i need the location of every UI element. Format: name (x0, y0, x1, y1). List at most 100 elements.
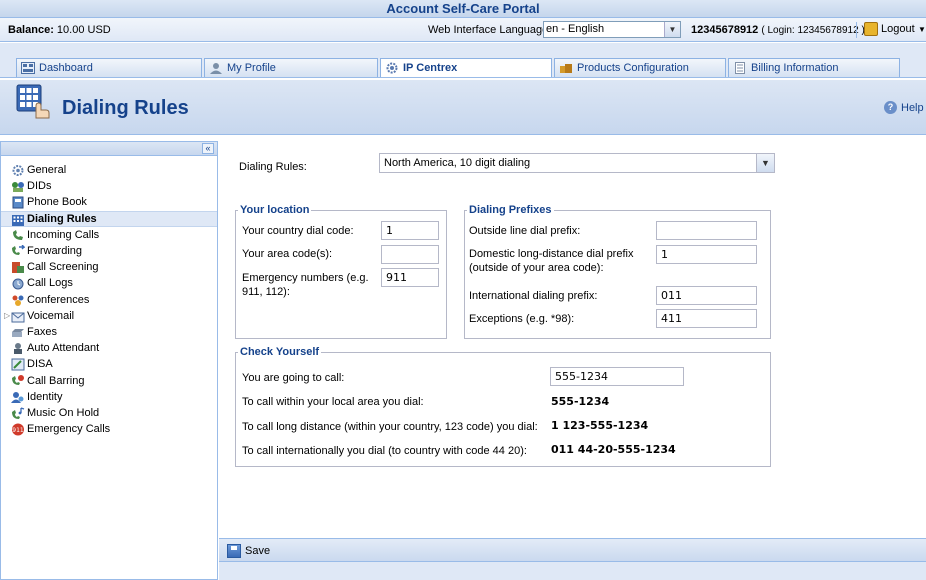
sidebar-item-label: Forwarding (27, 245, 83, 258)
sidebar-item-label: Music On Hold (27, 406, 100, 419)
sidebar-item-label: Emergency Calls (27, 423, 111, 436)
gear-icon (12, 165, 24, 176)
tab-label: Billing Information (751, 61, 839, 74)
tab-label: Dashboard (39, 61, 93, 74)
logout-label: Logout (881, 23, 915, 35)
outside-prefix-label: Outside line dial prefix: (469, 225, 581, 237)
phonebook-icon (12, 196, 24, 209)
login-text: ( Login: 12345678912 ) (761, 25, 865, 36)
tab-bar: Dashboard My Profile IP Centrex Products… (0, 43, 926, 78)
dids-icon (12, 182, 24, 193)
emergency-numbers-label: Emergency numbers (e.g. (242, 272, 369, 284)
tab-products-configuration[interactable]: Products Configuration (554, 58, 726, 77)
sidebar-item-call-barring[interactable]: Call Barring (1, 372, 217, 388)
sidebar-item-dialing-rules[interactable]: Dialing Rules (1, 210, 217, 227)
local-dial-label: To call within your local area you dial: (242, 396, 424, 408)
language-select[interactable]: en - English ▼ (543, 21, 681, 38)
emergency-icon: 911 (12, 423, 24, 436)
tab-billing-information[interactable]: Billing Information (728, 58, 900, 77)
sidebar-nav: General DIDs Phone Book Dialing Rules In… (1, 156, 217, 437)
account-info: 12345678912 ( Login: 12345678912 ) (691, 24, 865, 36)
area-code-input[interactable] (381, 245, 439, 264)
document-icon (735, 62, 745, 74)
svg-text:911: 911 (12, 427, 24, 434)
going-to-call-input[interactable]: 555-1234 (550, 367, 684, 386)
domestic-prefix-input[interactable]: 1 (656, 245, 757, 264)
chevron-down-icon[interactable]: ▼ (756, 154, 774, 172)
going-to-call-label: You are going to call: (242, 372, 345, 384)
expand-icon[interactable]: ▷ (4, 311, 10, 320)
sidebar-item-label: Conferences (27, 293, 90, 306)
exceptions-input[interactable]: 411 (656, 309, 757, 328)
dialing-prefixes-legend: Dialing Prefixes (469, 204, 552, 216)
sidebar-item-conferences[interactable]: Conferences (1, 292, 217, 308)
tab-ip-centrex[interactable]: IP Centrex (380, 58, 552, 77)
sidebar-header: « (1, 142, 217, 156)
sidebar-item-incoming-calls[interactable]: Incoming Calls (1, 227, 217, 243)
sidebar: « General DIDs Phone Book Dialing Rules … (0, 141, 218, 580)
emergency-numbers-label-cont: 911, 112): (242, 286, 290, 298)
sidebar-item-call-screening[interactable]: Call Screening (1, 259, 217, 275)
sidebar-item-phone-book[interactable]: Phone Book (1, 194, 217, 210)
sidebar-item-label: Call Barring (27, 374, 85, 387)
tab-label: Products Configuration (577, 61, 689, 74)
sidebar-item-call-logs[interactable]: Call Logs (1, 275, 217, 291)
outside-prefix-input[interactable] (656, 221, 757, 240)
identity-icon (11, 391, 24, 403)
tab-label: My Profile (227, 61, 276, 74)
collapse-sidebar-button[interactable]: « (202, 143, 214, 154)
sidebar-item-faxes[interactable]: Faxes (1, 324, 217, 340)
area-code-label: Your area code(s): (242, 248, 333, 260)
page-title: Dialing Rules (62, 97, 189, 119)
tab-my-profile[interactable]: My Profile (204, 58, 378, 77)
dialing-rules-label: Dialing Rules: (239, 161, 307, 173)
call-barring-icon (12, 375, 24, 386)
emergency-numbers-input[interactable]: 911 (381, 268, 439, 287)
tab-dashboard[interactable]: Dashboard (16, 58, 202, 77)
products-icon (560, 64, 572, 73)
sidebar-item-emergency-calls[interactable]: 911 Emergency Calls (1, 421, 217, 437)
status-bar: Balance: 10.00 USD Web Interface Languag… (0, 18, 926, 42)
call-screening-icon (12, 262, 24, 274)
fax-icon (12, 328, 24, 337)
sidebar-item-dids[interactable]: DIDs (1, 178, 217, 194)
domestic-prefix-label: Domestic long-distance dial prefix (469, 248, 634, 260)
sidebar-item-label: Auto Attendant (27, 342, 100, 355)
keypad-icon (16, 84, 50, 119)
sidebar-item-music-on-hold[interactable]: Music On Hold (1, 405, 217, 421)
long-distance-value: 1 123-555-1234 (551, 419, 649, 432)
sidebar-item-identity[interactable]: Identity (1, 389, 217, 405)
sidebar-item-voicemail[interactable]: ▷ Voicemail (1, 308, 217, 324)
call-logs-icon (12, 278, 24, 290)
save-button[interactable]: Save (223, 542, 274, 560)
sidebar-item-auto-attendant[interactable]: Auto Attendant (1, 340, 217, 356)
language-value: en - English (546, 23, 605, 35)
balance: Balance: 10.00 USD (8, 24, 111, 36)
status-strip (219, 562, 926, 580)
sidebar-item-general[interactable]: General (1, 162, 217, 178)
local-dial-value: 555-1234 (551, 395, 610, 408)
balance-value: 10.00 USD (56, 24, 111, 36)
international-dial-label: To call internationally you dial (to cou… (242, 445, 527, 457)
page-header: Dialing Rules ? Help (0, 80, 926, 135)
conferences-icon (12, 295, 24, 306)
dashboard-icon (21, 62, 35, 74)
sidebar-item-forwarding[interactable]: Forwarding (1, 243, 217, 259)
help-icon: ? (884, 101, 897, 114)
sidebar-item-label: Faxes (27, 325, 57, 338)
help-button[interactable]: ? Help (884, 101, 924, 114)
country-code-input[interactable]: 1 (381, 221, 439, 240)
help-label: Help (901, 101, 924, 114)
bottom-toolbar: Save (219, 538, 926, 562)
main-content: Dialing Rules: North America, 10 digit d… (219, 141, 926, 535)
logout-button[interactable]: Logout (864, 22, 915, 36)
sidebar-item-disa[interactable]: DISA (1, 356, 217, 372)
chevron-down-icon[interactable]: ▼ (918, 25, 926, 34)
your-location-legend: Your location (240, 204, 310, 216)
sidebar-item-label: Phone Book (27, 196, 87, 209)
domestic-prefix-label-cont: (outside of your area code): (469, 262, 604, 274)
portal-title: Account Self-Care Portal (0, 0, 926, 18)
dialing-rules-select[interactable]: North America, 10 digit dialing ▼ (379, 153, 775, 173)
chevron-down-icon[interactable]: ▼ (664, 22, 680, 37)
international-prefix-input[interactable]: 011 (656, 286, 757, 305)
